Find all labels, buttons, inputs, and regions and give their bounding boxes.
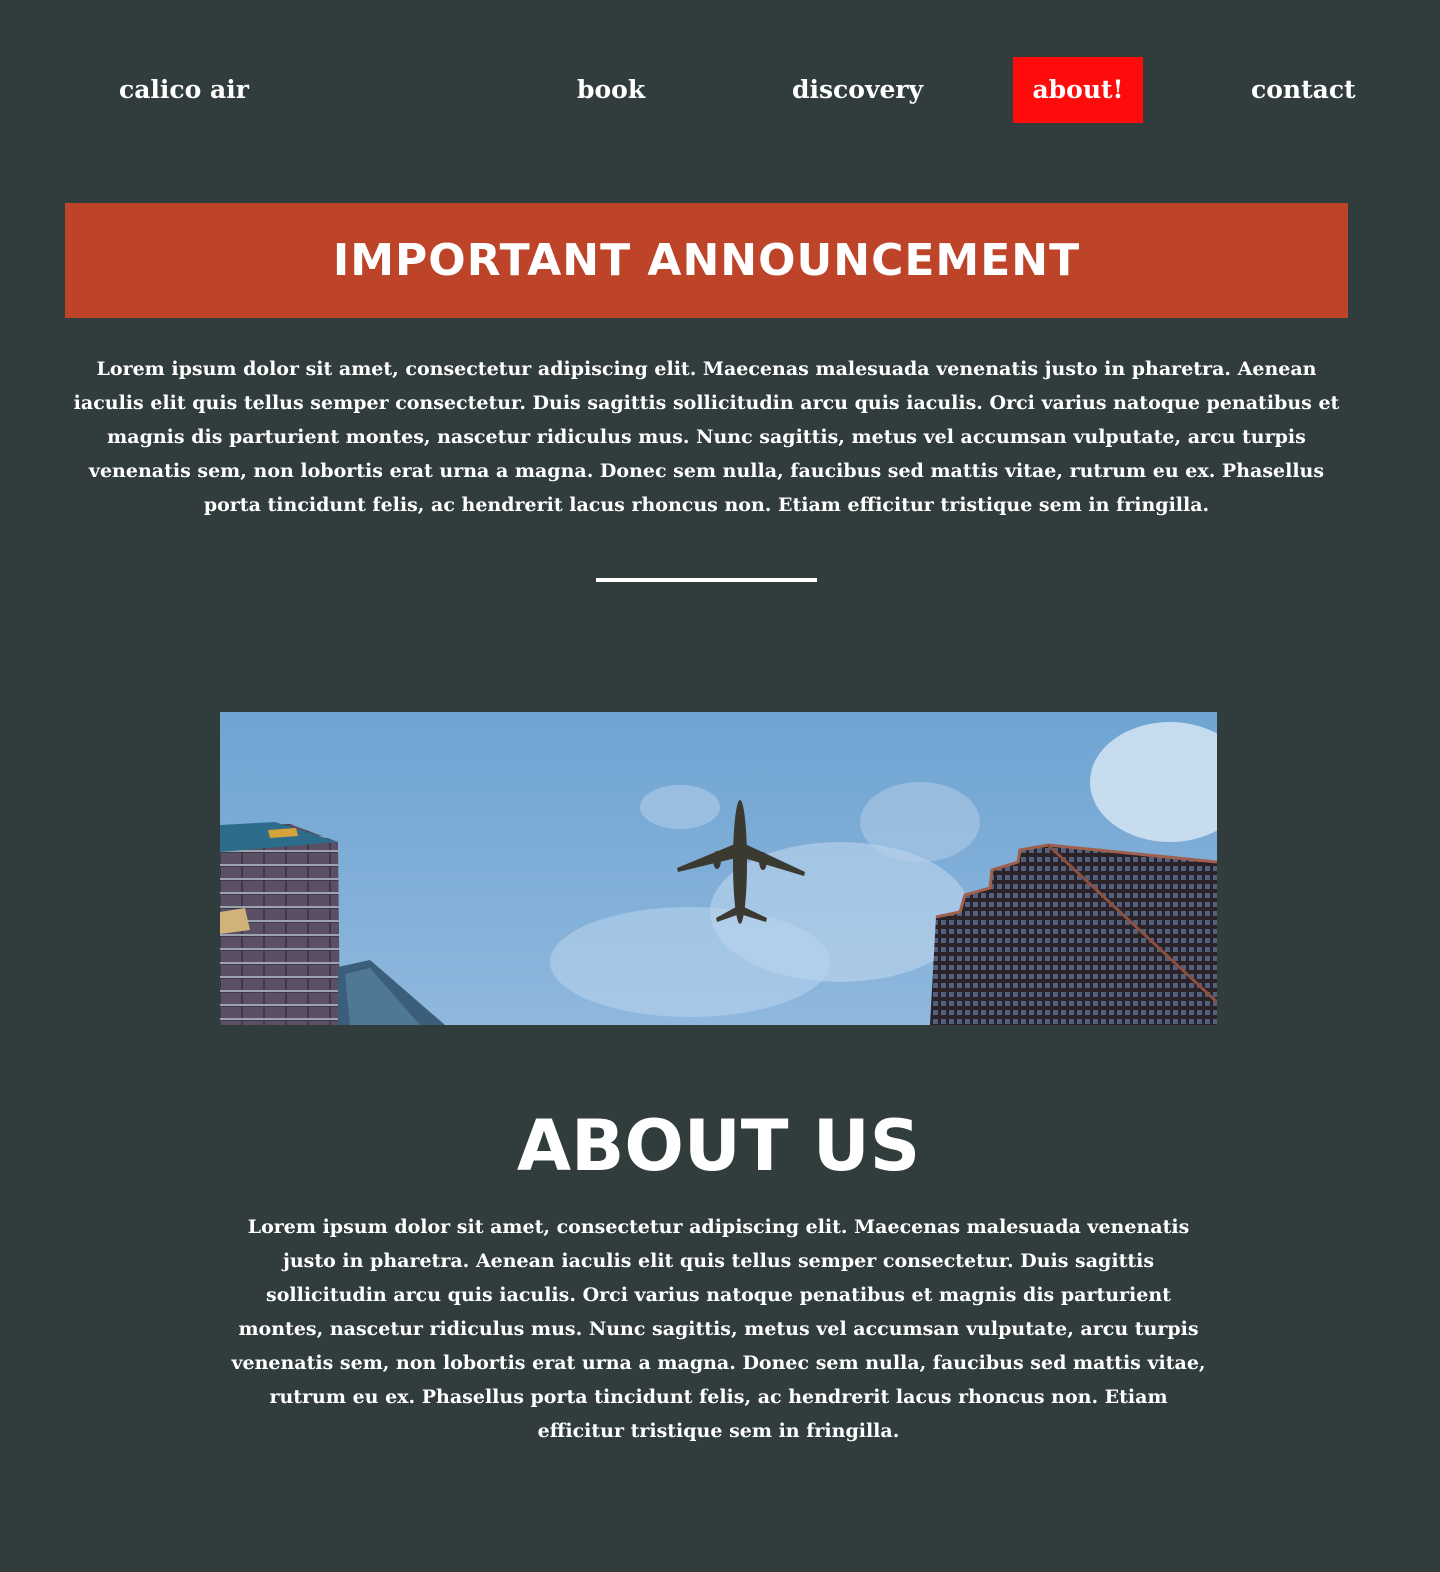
nav-link-about[interactable]: about! [1013,57,1143,123]
nav-link-discovery[interactable]: discovery [792,57,923,123]
section-divider [596,578,817,582]
airplane-skyscrapers-photo [220,712,1217,1025]
about-title: ABOUT US [516,1105,921,1187]
nav-link-book[interactable]: book [577,57,645,123]
announcement-banner: IMPORTANT ANNOUNCEMENT [65,203,1348,318]
announcement-text: Lorem ipsum dolor sit amet, consectetur … [73,358,1340,516]
announcement-title: IMPORTANT ANNOUNCEMENT [332,235,1081,286]
airplane-hero-image [220,712,1217,1025]
main-nav: calico air book discovery about! contact [0,57,1440,123]
about-text: Lorem ipsum dolor sit amet, consectetur … [231,1216,1206,1442]
nav-link-contact[interactable]: contact [1251,57,1356,123]
brand-logo-link[interactable]: calico air [119,57,249,123]
